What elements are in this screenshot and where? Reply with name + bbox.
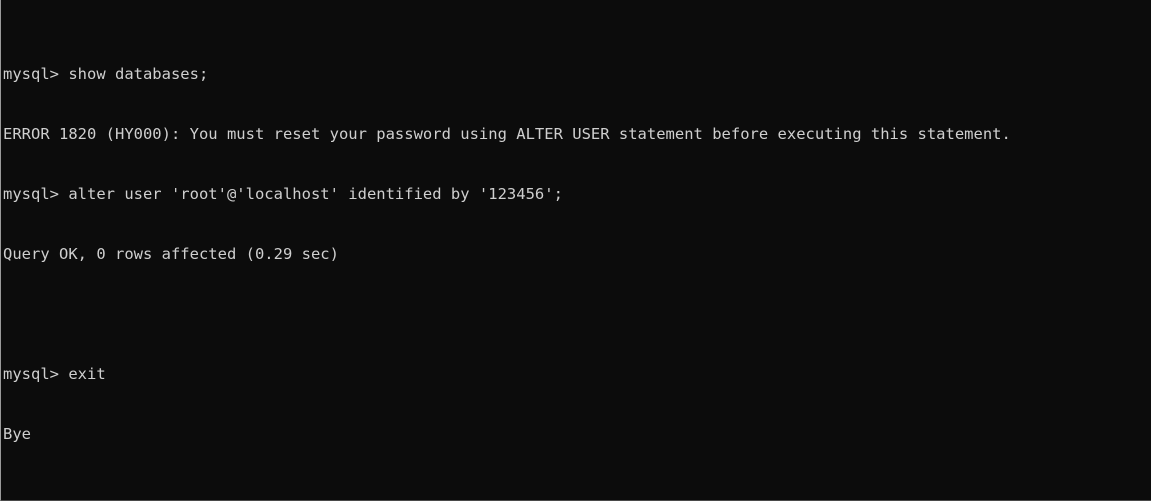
- terminal-line-blank-1: [3, 304, 1151, 324]
- terminal-line-command-exit: mysql> exit: [3, 365, 106, 383]
- terminal-line-query-ok: Query OK, 0 rows affected (0.29 sec): [3, 245, 339, 263]
- terminal-line-blank-2: [3, 484, 1151, 500]
- terminal-output-area[interactable]: mysql> show databases; ERROR 1820 (HY000…: [3, 4, 1151, 500]
- terminal-line-command-alter-user: mysql> alter user 'root'@'localhost' ide…: [3, 185, 563, 203]
- terminal-line-error-1820: ERROR 1820 (HY000): You must reset your …: [3, 125, 1011, 143]
- terminal-window[interactable]: mysql> show databases; ERROR 1820 (HY000…: [0, 0, 1151, 501]
- terminal-line-command-show-databases: mysql> show databases;: [3, 65, 209, 83]
- terminal-line-bye: Bye: [3, 425, 31, 443]
